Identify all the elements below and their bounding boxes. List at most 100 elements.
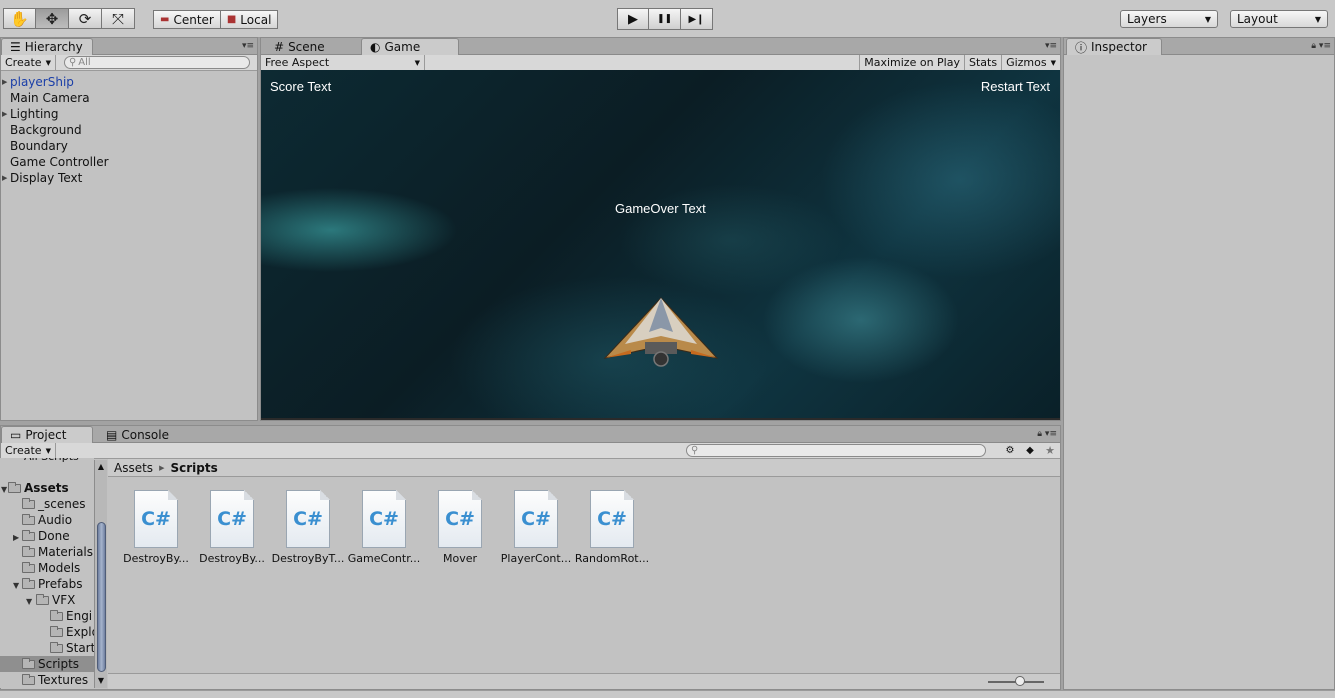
- folder-icon: [50, 610, 63, 621]
- game-controller-icon: ◐: [370, 40, 381, 54]
- tree-item-done[interactable]: Done: [22, 528, 70, 544]
- scale-tool-icon[interactable]: ⤧: [102, 8, 135, 29]
- project-search-input[interactable]: ⚲: [686, 444, 986, 457]
- cube-icon: ■: [226, 14, 237, 25]
- script-asset[interactable]: C# DestroyByT...: [270, 490, 346, 565]
- tree-item-scenes[interactable]: _scenes: [22, 496, 85, 512]
- item-label: Game Controller: [10, 155, 109, 169]
- list-item[interactable]: Main Camera: [1, 90, 257, 106]
- tree-item-materials[interactable]: Materials: [22, 544, 93, 560]
- tree-scrollbar[interactable]: ▲ ▼: [94, 460, 107, 688]
- tree-item-prefabs[interactable]: Prefabs: [22, 576, 83, 592]
- foldout-arrow-icon[interactable]: ▶: [2, 170, 7, 186]
- project-footer: [108, 673, 1060, 689]
- tab-console[interactable]: ▤ Console: [97, 426, 178, 443]
- script-asset[interactable]: C# DestroyBy...: [118, 490, 194, 565]
- item-label: Background: [10, 123, 82, 137]
- panel-menu-icon[interactable]: ▾≡: [242, 41, 254, 51]
- move-tool-icon[interactable]: ✥: [36, 8, 69, 29]
- foldout-arrow-icon[interactable]: ▶: [2, 106, 7, 122]
- scroll-down-icon[interactable]: ▼: [95, 674, 107, 688]
- favorite-star-icon[interactable]: ★: [1040, 444, 1060, 457]
- list-item[interactable]: ▶ playerShip: [1, 74, 257, 90]
- foldout-arrow-icon[interactable]: ▼: [1, 485, 7, 494]
- tree-item-audio[interactable]: Audio: [22, 512, 72, 528]
- item-label: Lighting: [10, 107, 59, 121]
- tree-item-engines[interactable]: Engi: [50, 608, 92, 624]
- score-text: Score Text: [270, 79, 332, 94]
- pivot-local-button[interactable]: ■ Local: [220, 10, 279, 29]
- script-asset[interactable]: C# GameContr...: [346, 490, 422, 565]
- tab-game[interactable]: ◐ Game: [361, 38, 459, 55]
- filter-by-label-icon[interactable]: ◆: [1020, 445, 1040, 456]
- game-viewport[interactable]: Score Text Restart Text GameOver Text: [261, 70, 1060, 418]
- pivot-center-button[interactable]: ▬ Center: [153, 10, 221, 29]
- panel-menu-icon[interactable]: ▾≡: [1045, 41, 1057, 51]
- list-item[interactable]: ▶ Lighting: [1, 106, 257, 122]
- scroll-up-icon[interactable]: ▲: [95, 460, 107, 474]
- csharp-script-icon: C#: [590, 490, 634, 548]
- zoom-slider-thumb[interactable]: [1015, 676, 1025, 686]
- breadcrumb-assets[interactable]: Assets: [114, 461, 153, 475]
- csharp-script-icon: C#: [514, 490, 558, 548]
- tree-item-models[interactable]: Models: [22, 560, 80, 576]
- csharp-script-icon: C#: [134, 490, 178, 548]
- chevron-down-icon: ▼: [45, 58, 51, 67]
- tab-hierarchy[interactable]: ☰ Hierarchy: [1, 38, 93, 55]
- tab-scene[interactable]: # Scene: [265, 38, 334, 55]
- script-label: RandomRot...: [574, 552, 650, 565]
- foldout-arrow-icon[interactable]: ▼: [13, 581, 19, 590]
- lock-icon[interactable]: 🔒︎ ▾≡: [1037, 429, 1057, 439]
- maximize-on-play-toggle[interactable]: Maximize on Play: [859, 55, 965, 70]
- layers-label: Layers: [1127, 12, 1167, 26]
- tree-item-scripts[interactable]: Scripts: [22, 656, 79, 672]
- tree-item-explosions[interactable]: Explo: [50, 624, 94, 640]
- chevron-down-icon: ▼: [1204, 14, 1211, 24]
- script-asset[interactable]: C# PlayerCont...: [498, 490, 574, 565]
- script-asset[interactable]: C# RandomRot...: [574, 490, 650, 565]
- foldout-arrow-icon[interactable]: ▶: [2, 74, 7, 90]
- tree-item-textures[interactable]: Textures: [22, 672, 88, 688]
- lock-icon[interactable]: 🔒︎ ▾≡: [1311, 41, 1331, 51]
- folder-icon: ▭: [10, 428, 22, 442]
- aspect-dropdown[interactable]: Free Aspect ▼: [261, 55, 425, 70]
- folder-icon: [22, 546, 35, 557]
- tab-project[interactable]: ▭ Project: [1, 426, 93, 443]
- step-button[interactable]: ▶❙: [681, 8, 713, 30]
- hand-tool-icon[interactable]: ✋: [3, 8, 36, 29]
- foldout-arrow-icon[interactable]: ▼: [26, 597, 32, 606]
- hierarchy-panel: ☰ Hierarchy ▾≡ Create ▼ ⚲ All ▶ playerShi…: [0, 37, 258, 421]
- filter-by-type-icon[interactable]: ⚙: [1000, 445, 1020, 456]
- layout-dropdown[interactable]: Layout ▼: [1230, 10, 1328, 28]
- tab-hierarchy-label: Hierarchy: [24, 40, 83, 54]
- list-item[interactable]: Background: [1, 122, 257, 138]
- tree-item-assets[interactable]: Assets: [8, 480, 69, 496]
- list-item[interactable]: ▶ Display Text: [1, 170, 257, 186]
- tab-inspector[interactable]: ⓘ Inspector: [1066, 38, 1162, 55]
- script-label: PlayerCont...: [500, 552, 572, 565]
- stats-label: Stats: [968, 56, 998, 69]
- list-item[interactable]: Game Controller: [1, 154, 257, 170]
- hierarchy-search-input[interactable]: ⚲ All: [63, 56, 250, 69]
- status-bar: [0, 690, 1335, 698]
- scrollbar-thumb[interactable]: [97, 522, 106, 672]
- layers-dropdown[interactable]: Layers ▼: [1120, 10, 1218, 28]
- folder-icon: [22, 530, 35, 541]
- tree-item-vfx[interactable]: VFX: [36, 592, 75, 608]
- pause-button[interactable]: ❚❚: [649, 8, 681, 30]
- gizmos-dropdown[interactable]: Gizmos ▼: [1002, 55, 1060, 70]
- script-label: GameContr...: [347, 552, 421, 565]
- tree-item-starfield[interactable]: Start: [50, 640, 94, 656]
- breadcrumb-scripts[interactable]: Scripts: [170, 461, 217, 475]
- list-item[interactable]: Boundary: [1, 138, 257, 154]
- stats-toggle[interactable]: Stats: [965, 55, 1003, 70]
- script-asset[interactable]: C# DestroyBy...: [194, 490, 270, 565]
- search-icon: ⚲: [68, 57, 77, 68]
- rotate-tool-icon[interactable]: ⟳: [69, 8, 102, 29]
- foldout-arrow-icon[interactable]: ▶: [13, 533, 19, 542]
- play-button[interactable]: ▶: [617, 8, 649, 30]
- folder-icon: [22, 658, 35, 669]
- script-asset[interactable]: C# Mover: [422, 490, 498, 565]
- project-create-dropdown[interactable]: Create ▼: [1, 443, 56, 458]
- hierarchy-create-dropdown[interactable]: Create ▼: [1, 55, 56, 70]
